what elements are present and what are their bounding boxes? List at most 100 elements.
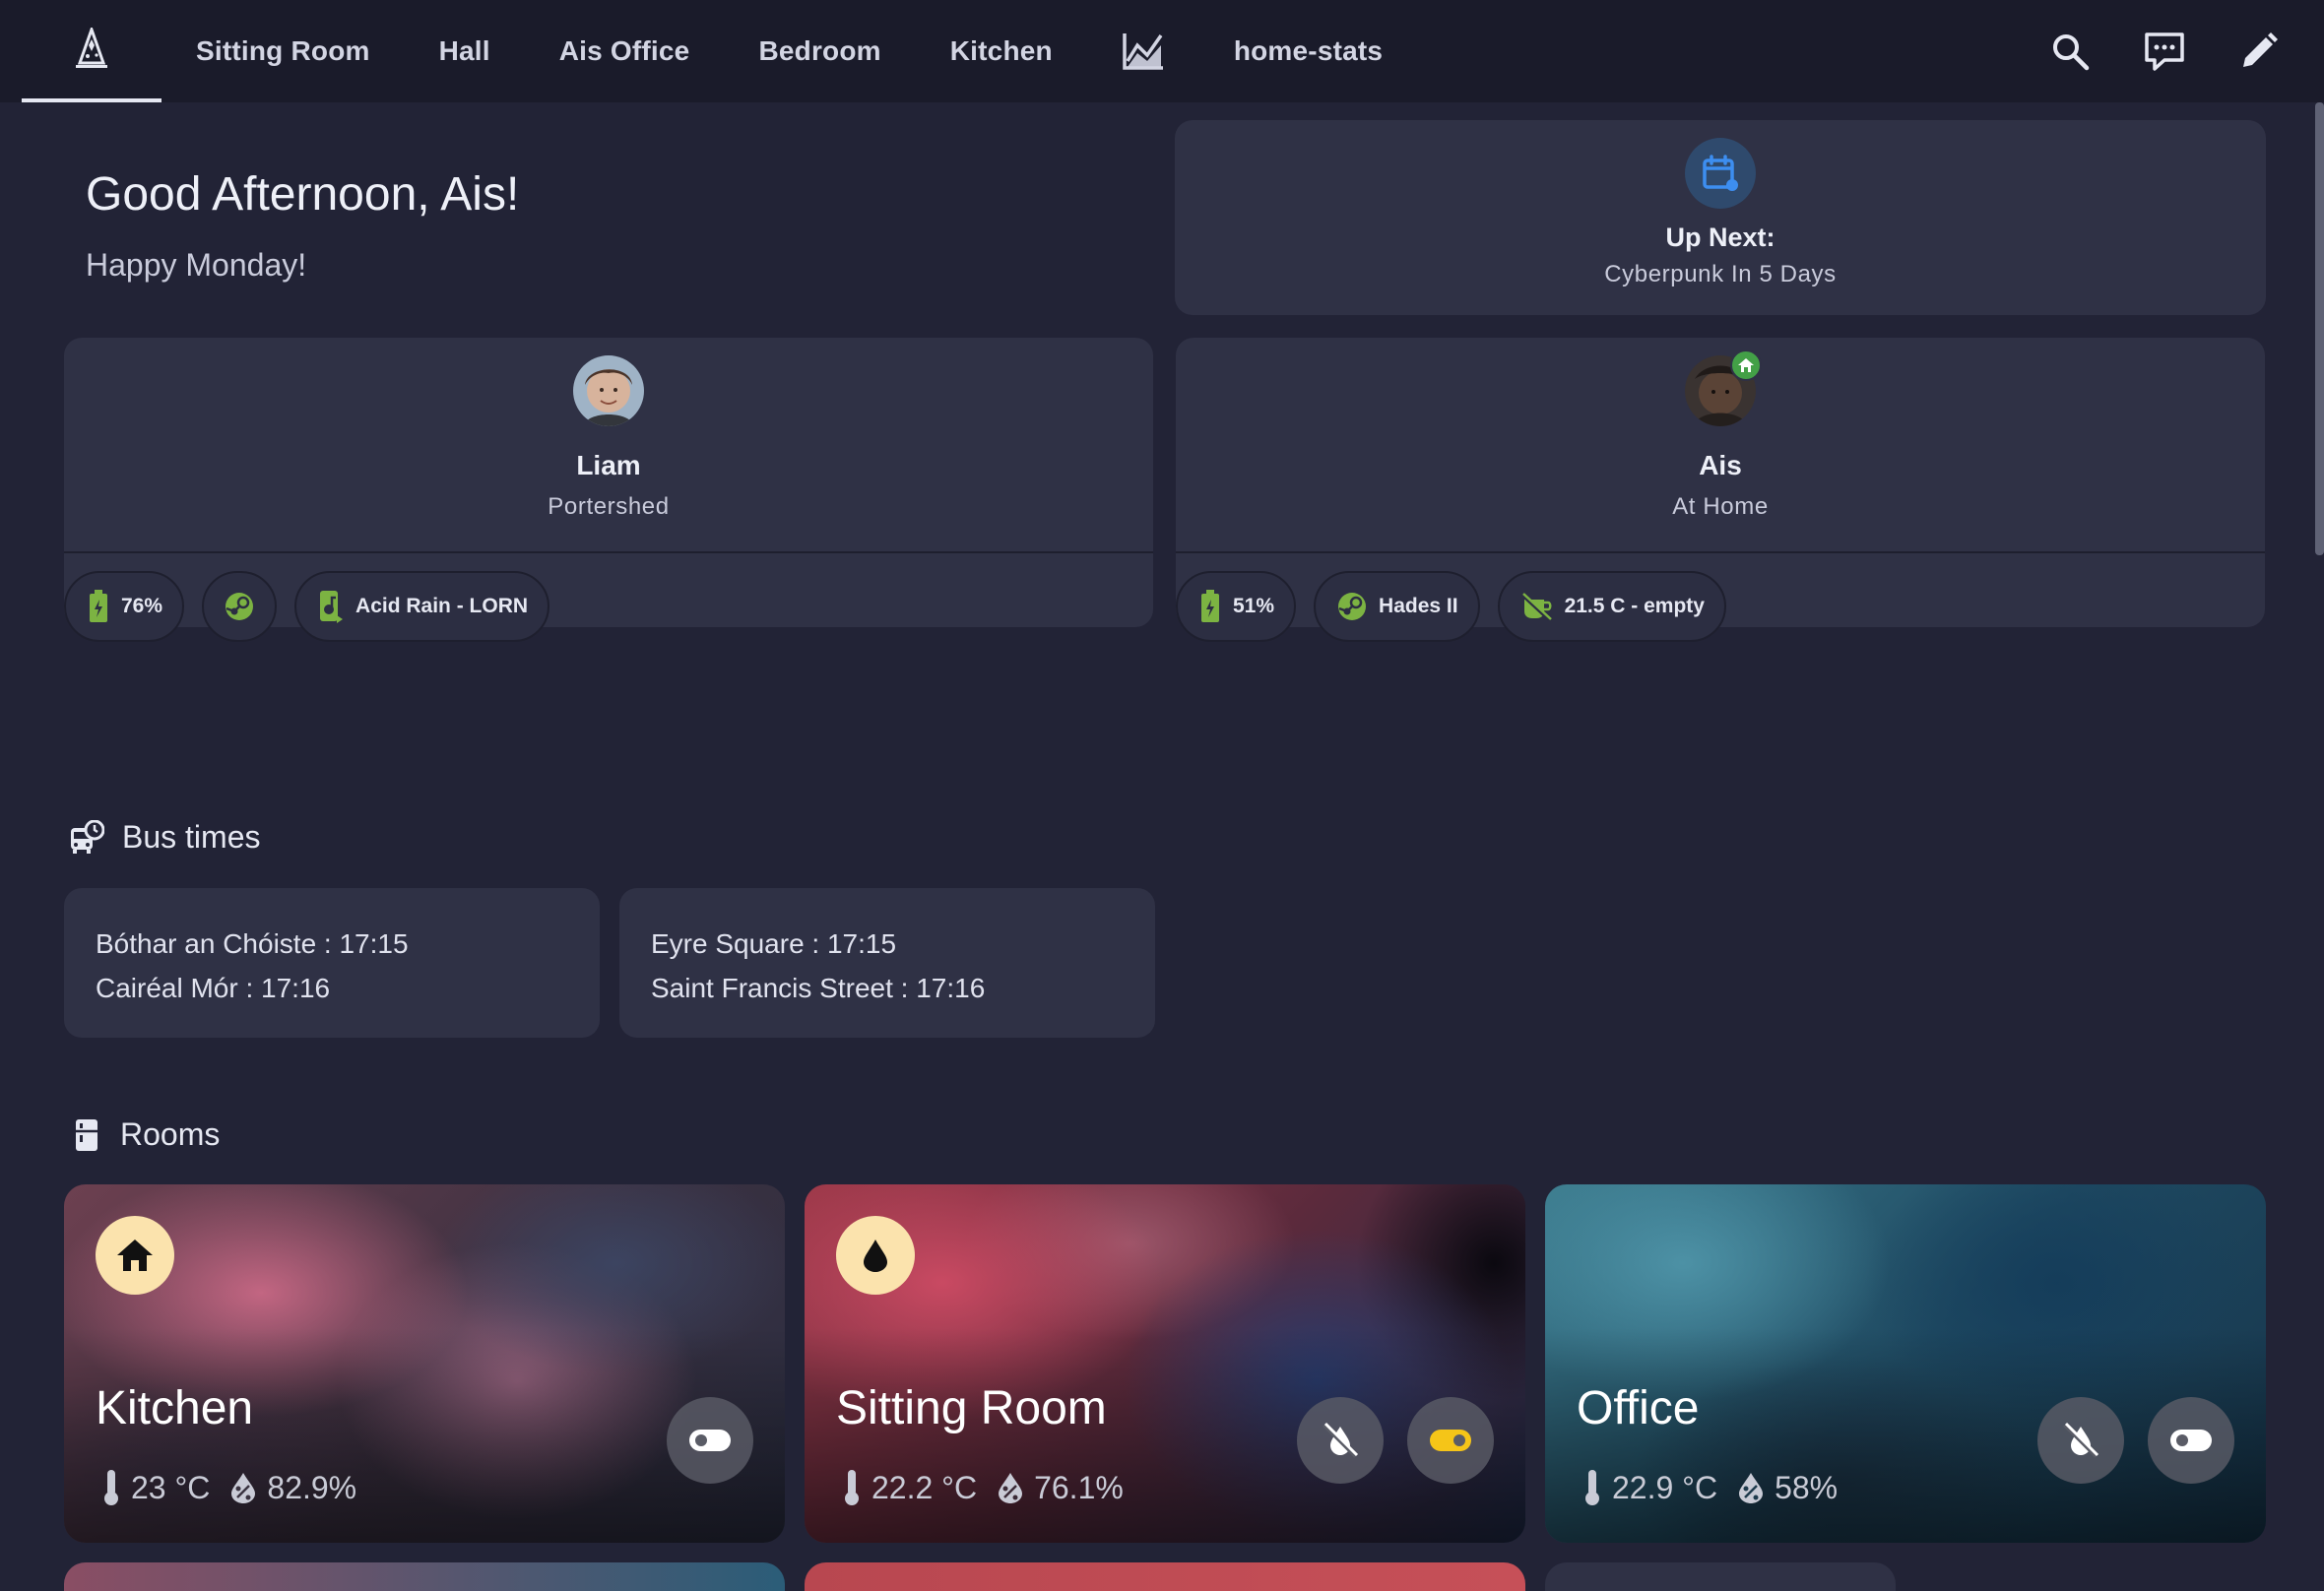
battery-chip[interactable]: 51% — [1176, 571, 1297, 642]
room-stats: 23 °C 82.9% — [101, 1468, 356, 1507]
search-icon — [2053, 34, 2090, 71]
music-phone-icon — [320, 591, 344, 623]
tab-hall[interactable]: Hall — [405, 0, 525, 102]
battery-level: 51% — [1233, 595, 1275, 617]
assist-button[interactable] — [2139, 26, 2190, 77]
dehumidifier-button[interactable] — [1297, 1397, 1384, 1484]
room-card-kitchen[interactable]: Kitchen 23 °C 82.9% — [64, 1184, 785, 1543]
greeting-block: Good Afternoon, Ais! Happy Monday! — [86, 167, 519, 284]
person-header[interactable]: Ais At Home — [1176, 350, 2265, 553]
dehumidifier-off-icon — [1323, 1422, 1359, 1458]
coffee-text: 21.5 C - empty — [1564, 595, 1705, 617]
steam-game-chip[interactable]: Hades II — [1314, 571, 1480, 642]
calendar-icon-badge — [1685, 138, 1756, 209]
tab-ais-office[interactable]: Ais Office — [525, 0, 725, 102]
person-location: At Home — [1672, 493, 1769, 520]
toggle-off-icon — [2170, 1430, 2212, 1451]
thermometer-icon — [845, 1470, 859, 1505]
room-name: Sitting Room — [836, 1382, 1107, 1434]
battery-level: 76% — [121, 595, 163, 617]
room-temperature: 23 °C — [131, 1469, 211, 1505]
room-name: Kitchen — [96, 1382, 254, 1434]
tab-home-stats[interactable]: home-stats — [1199, 0, 1417, 102]
now-playing-chip[interactable]: Acid Rain - LORN — [294, 571, 550, 642]
room-name: Office — [1577, 1382, 1700, 1434]
up-next-card[interactable]: Up Next: Cyberpunk In 5 Days — [1175, 120, 2266, 315]
steam-icon — [1338, 593, 1367, 620]
bus-times-heading: Bus times — [69, 819, 260, 856]
room-icon-badge[interactable] — [96, 1216, 174, 1295]
room-humidity: 76.1% — [1034, 1469, 1124, 1505]
rooms-heading: Rooms — [71, 1116, 220, 1153]
bus-clock-icon — [71, 819, 104, 854]
bus-times-title: Bus times — [122, 819, 261, 855]
bus-card-2: Eyre Square : 17:15 Saint Francis Street… — [619, 888, 1155, 1038]
page-scrollbar[interactable] — [2315, 102, 2324, 555]
person-name: Ais — [1699, 450, 1742, 480]
top-app-bar: Sitting Room Hall Ais Office Bedroom Kit… — [0, 0, 2324, 102]
room-card-sitting-room[interactable]: Sitting Room 22.2 °C 76.1% — [805, 1184, 1525, 1543]
room-stats: 22.2 °C 76.1% — [842, 1468, 1124, 1507]
edit-dashboard-button[interactable] — [2233, 26, 2285, 77]
tab-kitchen[interactable]: Kitchen — [916, 0, 1087, 102]
tab-sitting-room[interactable]: Sitting Room — [161, 0, 405, 102]
room-stats: 22.9 °C 58% — [1582, 1468, 1838, 1507]
up-next-value: Cyberpunk In 5 Days — [1604, 261, 1837, 287]
search-button[interactable] — [2044, 26, 2096, 77]
avatar — [573, 355, 644, 426]
battery-chip[interactable]: 76% — [64, 571, 185, 642]
steam-game-text: Hades II — [1379, 595, 1458, 617]
calendar-icon — [1703, 155, 1738, 191]
avatar — [1685, 350, 1762, 426]
toggle-off-icon — [689, 1430, 731, 1451]
room-temperature: 22.2 °C — [872, 1469, 978, 1505]
now-playing-text: Acid Rain - LORN — [355, 595, 529, 617]
room-card-partial[interactable] — [64, 1562, 785, 1591]
home-badge — [1730, 350, 1762, 381]
card-partial[interactable] — [1545, 1562, 1896, 1591]
person-chips: 51% Hades II 21.5 C - empty — [1176, 553, 2265, 642]
home-icon — [117, 1240, 153, 1271]
room-card-partial[interactable] — [805, 1562, 1525, 1591]
room-humidity: 82.9% — [267, 1469, 357, 1505]
wizard-hat-icon — [76, 28, 107, 68]
water-drop-icon — [864, 1240, 887, 1272]
up-next-label: Up Next: — [1665, 223, 1775, 252]
room-toggle-button[interactable] — [667, 1397, 753, 1484]
battery-charging-icon — [90, 590, 107, 622]
room-toggle-button[interactable] — [1407, 1397, 1494, 1484]
rooms-title: Rooms — [120, 1116, 221, 1152]
humidity-icon — [1739, 1473, 1764, 1503]
greeting-subtitle: Happy Monday! — [86, 247, 307, 283]
person-chips: 76% Acid Rain - LORN — [64, 553, 1153, 642]
room-card-office[interactable]: Office 22.9 °C 58% — [1545, 1184, 2266, 1543]
coffee-chip[interactable]: 21.5 C - empty — [1497, 571, 1726, 642]
toggle-on-icon — [1430, 1430, 1471, 1451]
humidity-icon — [231, 1473, 256, 1503]
room-icon-badge[interactable] — [836, 1216, 915, 1295]
chat-icon — [2145, 32, 2184, 71]
bus-card-1: Bóthar an Chóiste : 17:15 Cairéal Mór : … — [64, 888, 600, 1038]
bus-line: Bóthar an Chóiste : 17:15 — [96, 928, 409, 959]
edit-icon — [2243, 32, 2278, 67]
tab-home-logo[interactable] — [22, 0, 161, 102]
avatar-photo-liam — [573, 355, 644, 426]
humidity-icon — [999, 1473, 1023, 1503]
dehumidifier-button[interactable] — [2037, 1397, 2124, 1484]
room-toggle-button[interactable] — [2148, 1397, 2234, 1484]
bus-line: Saint Francis Street : 17:16 — [651, 973, 986, 1003]
tab-stats-chart[interactable] — [1087, 0, 1199, 102]
person-card-ais: Ais At Home 51% Hades II 21.5 C - empty — [1176, 338, 2265, 642]
chart-line-icon — [1123, 33, 1163, 70]
steam-icon — [226, 593, 254, 620]
person-card-liam: Liam Portershed 76% Acid Rain - LORN — [64, 338, 1153, 642]
steam-chip[interactable] — [202, 571, 278, 642]
person-location: Portershed — [548, 493, 670, 520]
fridge-icon — [76, 1118, 97, 1151]
thermometer-icon — [1585, 1470, 1599, 1505]
person-header[interactable]: Liam Portershed — [64, 355, 1153, 553]
bus-line: Cairéal Mór : 17:16 — [96, 973, 331, 1003]
tab-bedroom[interactable]: Bedroom — [724, 0, 915, 102]
thermometer-icon — [104, 1470, 118, 1505]
bus-line: Eyre Square : 17:15 — [651, 928, 897, 959]
